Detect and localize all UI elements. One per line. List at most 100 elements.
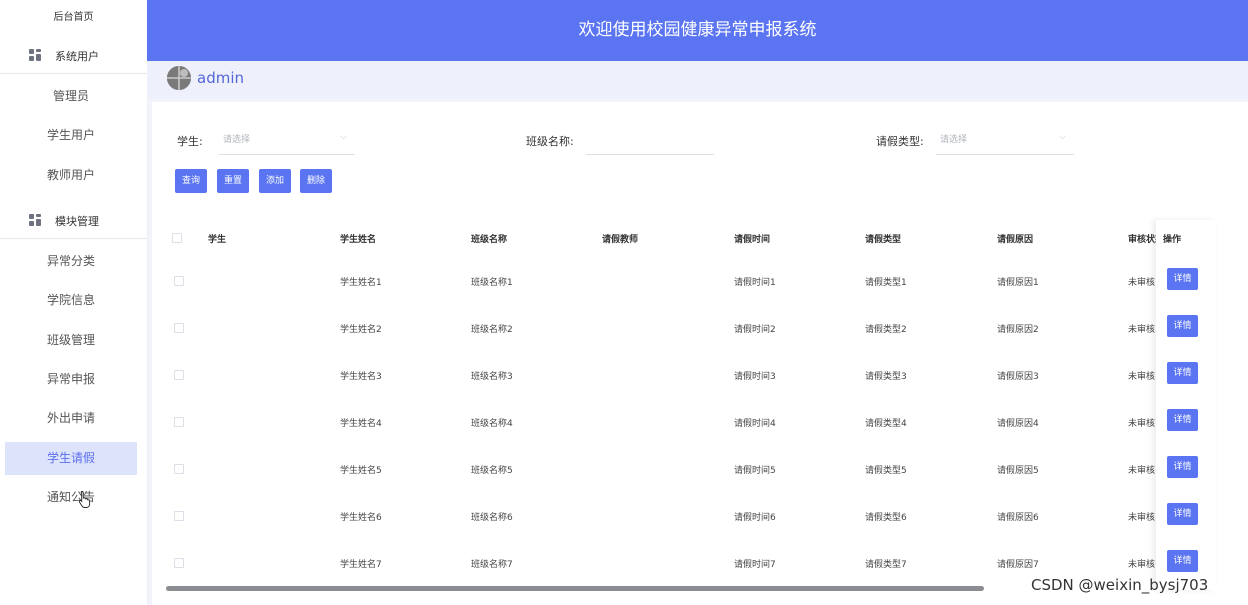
row-checkbox[interactable] — [174, 464, 184, 474]
sidebar-item-teacher-users[interactable]: 教师用户 — [5, 159, 137, 192]
table-row: 学生姓名2 班级名称2 请假时间2 请假类型2 请假原因2 未审核 — [152, 303, 1156, 350]
cell-leave-reason: 请假原因4 — [997, 419, 1039, 429]
cell-leave-reason: 请假原因5 — [997, 466, 1039, 476]
reset-button[interactable]: 重置 — [217, 169, 250, 193]
sidebar-group-label: 系统用户 — [55, 50, 99, 63]
cell-leave-type: 请假类型6 — [865, 513, 907, 523]
cell-student-name: 学生姓名4 — [340, 419, 382, 429]
row-checkbox[interactable] — [174, 276, 184, 286]
table-row: 学生姓名7 班级名称7 请假时间7 请假类型7 请假原因7 未审核 — [152, 538, 1156, 585]
cell-leave-reason: 请假原因1 — [997, 278, 1039, 288]
table-row: 学生姓名4 班级名称4 请假时间4 请假类型4 请假原因4 未审核 — [152, 397, 1156, 444]
row-checkbox[interactable] — [174, 323, 184, 333]
add-button[interactable]: 添加 — [259, 169, 292, 193]
query-button[interactable]: 查询 — [175, 169, 208, 193]
sidebar-item-anomaly-category[interactable]: 异常分类 — [5, 245, 137, 278]
detail-button[interactable]: 详情 — [1167, 362, 1198, 384]
column-header-leave-teacher: 请假教师 — [602, 235, 639, 245]
cell-class-name: 班级名称3 — [471, 372, 513, 382]
cell-leave-reason: 请假原因3 — [997, 372, 1039, 382]
top-header: 欢迎使用校园健康异常申报系统 — [147, 0, 1248, 61]
leave-type-select[interactable]: 请选择 ⌵ — [936, 126, 1074, 155]
table-row: 学生姓名3 班级名称3 请假时间3 请假类型3 请假原因3 未审核 — [152, 350, 1156, 397]
cell-student-name: 学生姓名7 — [340, 560, 382, 570]
sidebar-item-student-users[interactable]: 学生用户 — [5, 119, 137, 152]
main-content: 学生: 请选择 ⌵ 班级名称: 请假类型: 请选择 ⌵ 查询 重置 添加 删除 … — [152, 102, 1248, 605]
leave-type-select-placeholder: 请选择 — [940, 135, 968, 145]
detail-button[interactable]: 详情 — [1167, 409, 1198, 431]
cell-class-name: 班级名称5 — [471, 466, 513, 476]
sidebar-item-notices[interactable]: 通知公告 — [5, 481, 137, 514]
detail-button[interactable]: 详情 — [1167, 550, 1198, 572]
detail-button[interactable]: 详情 — [1167, 315, 1198, 337]
user-bar: admin — [147, 61, 1248, 99]
cell-leave-time: 请假时间7 — [734, 560, 776, 570]
sidebar-home-link[interactable]: 后台首页 — [0, 8, 147, 23]
cell-student-name: 学生姓名5 — [340, 466, 382, 476]
cell-student-name: 学生姓名2 — [340, 325, 382, 335]
column-header-leave-reason: 请假原因 — [997, 235, 1034, 245]
cell-leave-type: 请假类型5 — [865, 466, 907, 476]
chevron-down-icon: ⌵ — [1059, 132, 1066, 142]
column-header-leave-type: 请假类型 — [865, 235, 902, 245]
cell-leave-reason: 请假原因7 — [997, 560, 1039, 570]
sidebar-group-system-users[interactable]: 系统用户 — [0, 39, 147, 74]
row-checkbox[interactable] — [174, 417, 184, 427]
watermark: CSDN @weixin_bysj703 — [1031, 576, 1209, 594]
cell-review-status: 未审核 — [1128, 278, 1156, 288]
table-row: 学生姓名5 班级名称5 请假时间5 请假类型5 请假原因5 未审核 — [152, 444, 1156, 491]
column-header-student: 学生 — [208, 235, 227, 245]
username: admin — [197, 69, 244, 87]
sidebar-item-admin[interactable]: 管理员 — [5, 80, 137, 113]
select-all-checkbox[interactable] — [172, 233, 182, 243]
cell-leave-type: 请假类型7 — [865, 560, 907, 570]
column-header-operation: 操作 — [1163, 235, 1182, 245]
cell-leave-type: 请假类型3 — [865, 372, 907, 382]
cell-review-status: 未审核 — [1128, 372, 1156, 382]
class-name-input[interactable] — [586, 126, 714, 155]
cell-review-status: 未审核 — [1128, 419, 1156, 429]
row-checkbox[interactable] — [174, 511, 184, 521]
sidebar-item-college-info[interactable]: 学院信息 — [5, 284, 137, 317]
cell-leave-time: 请假时间4 — [734, 419, 776, 429]
cell-leave-type: 请假类型2 — [865, 325, 907, 335]
detail-button[interactable]: 详情 — [1167, 503, 1198, 525]
leave-type-filter-label: 请假类型: — [876, 135, 924, 148]
row-checkbox[interactable] — [174, 558, 184, 568]
cell-leave-type: 请假类型1 — [865, 278, 907, 288]
delete-button[interactable]: 删除 — [300, 169, 333, 193]
cell-class-name: 班级名称2 — [471, 325, 513, 335]
sidebar-item-student-leave[interactable]: 学生请假 — [5, 442, 137, 475]
student-select[interactable]: 请选择 ⌵ — [219, 126, 355, 155]
detail-button[interactable]: 详情 — [1167, 456, 1198, 478]
horizontal-scrollbar[interactable] — [166, 586, 984, 591]
detail-button[interactable]: 详情 — [1167, 268, 1198, 290]
cell-student-name: 学生姓名6 — [340, 513, 382, 523]
cell-leave-reason: 请假原因6 — [997, 513, 1039, 523]
row-checkbox[interactable] — [174, 370, 184, 380]
cell-review-status: 未审核 — [1128, 513, 1156, 523]
menu-grid-icon — [29, 214, 41, 226]
sidebar-item-outing-request[interactable]: 外出申请 — [5, 402, 137, 435]
cell-leave-time: 请假时间2 — [734, 325, 776, 335]
column-header-student-name: 学生姓名 — [340, 235, 377, 245]
sidebar-group-module-management[interactable]: 模块管理 — [0, 204, 147, 239]
cell-class-name: 班级名称7 — [471, 560, 513, 570]
cell-review-status: 未审核 — [1128, 560, 1156, 570]
column-header-leave-time: 请假时间 — [734, 235, 771, 245]
cell-leave-reason: 请假原因2 — [997, 325, 1039, 335]
cell-student-name: 学生姓名1 — [340, 278, 382, 288]
cell-leave-type: 请假类型4 — [865, 419, 907, 429]
cell-review-status: 未审核 — [1128, 466, 1156, 476]
table-row: 学生姓名6 班级名称6 请假时间6 请假类型6 请假原因6 未审核 — [152, 491, 1156, 538]
cell-student-name: 学生姓名3 — [340, 372, 382, 382]
cell-leave-time: 请假时间6 — [734, 513, 776, 523]
sidebar-item-class-management[interactable]: 班级管理 — [5, 324, 137, 357]
cell-leave-time: 请假时间5 — [734, 466, 776, 476]
sidebar-item-anomaly-report[interactable]: 异常申报 — [5, 363, 137, 396]
column-header-class-name: 班级名称 — [471, 235, 508, 245]
class-filter-label: 班级名称: — [526, 135, 574, 148]
table-row: 学生姓名1 班级名称1 请假时间1 请假类型1 请假原因1 未审核 — [152, 256, 1156, 303]
avatar[interactable] — [167, 66, 191, 90]
avatar-icon — [167, 66, 191, 90]
